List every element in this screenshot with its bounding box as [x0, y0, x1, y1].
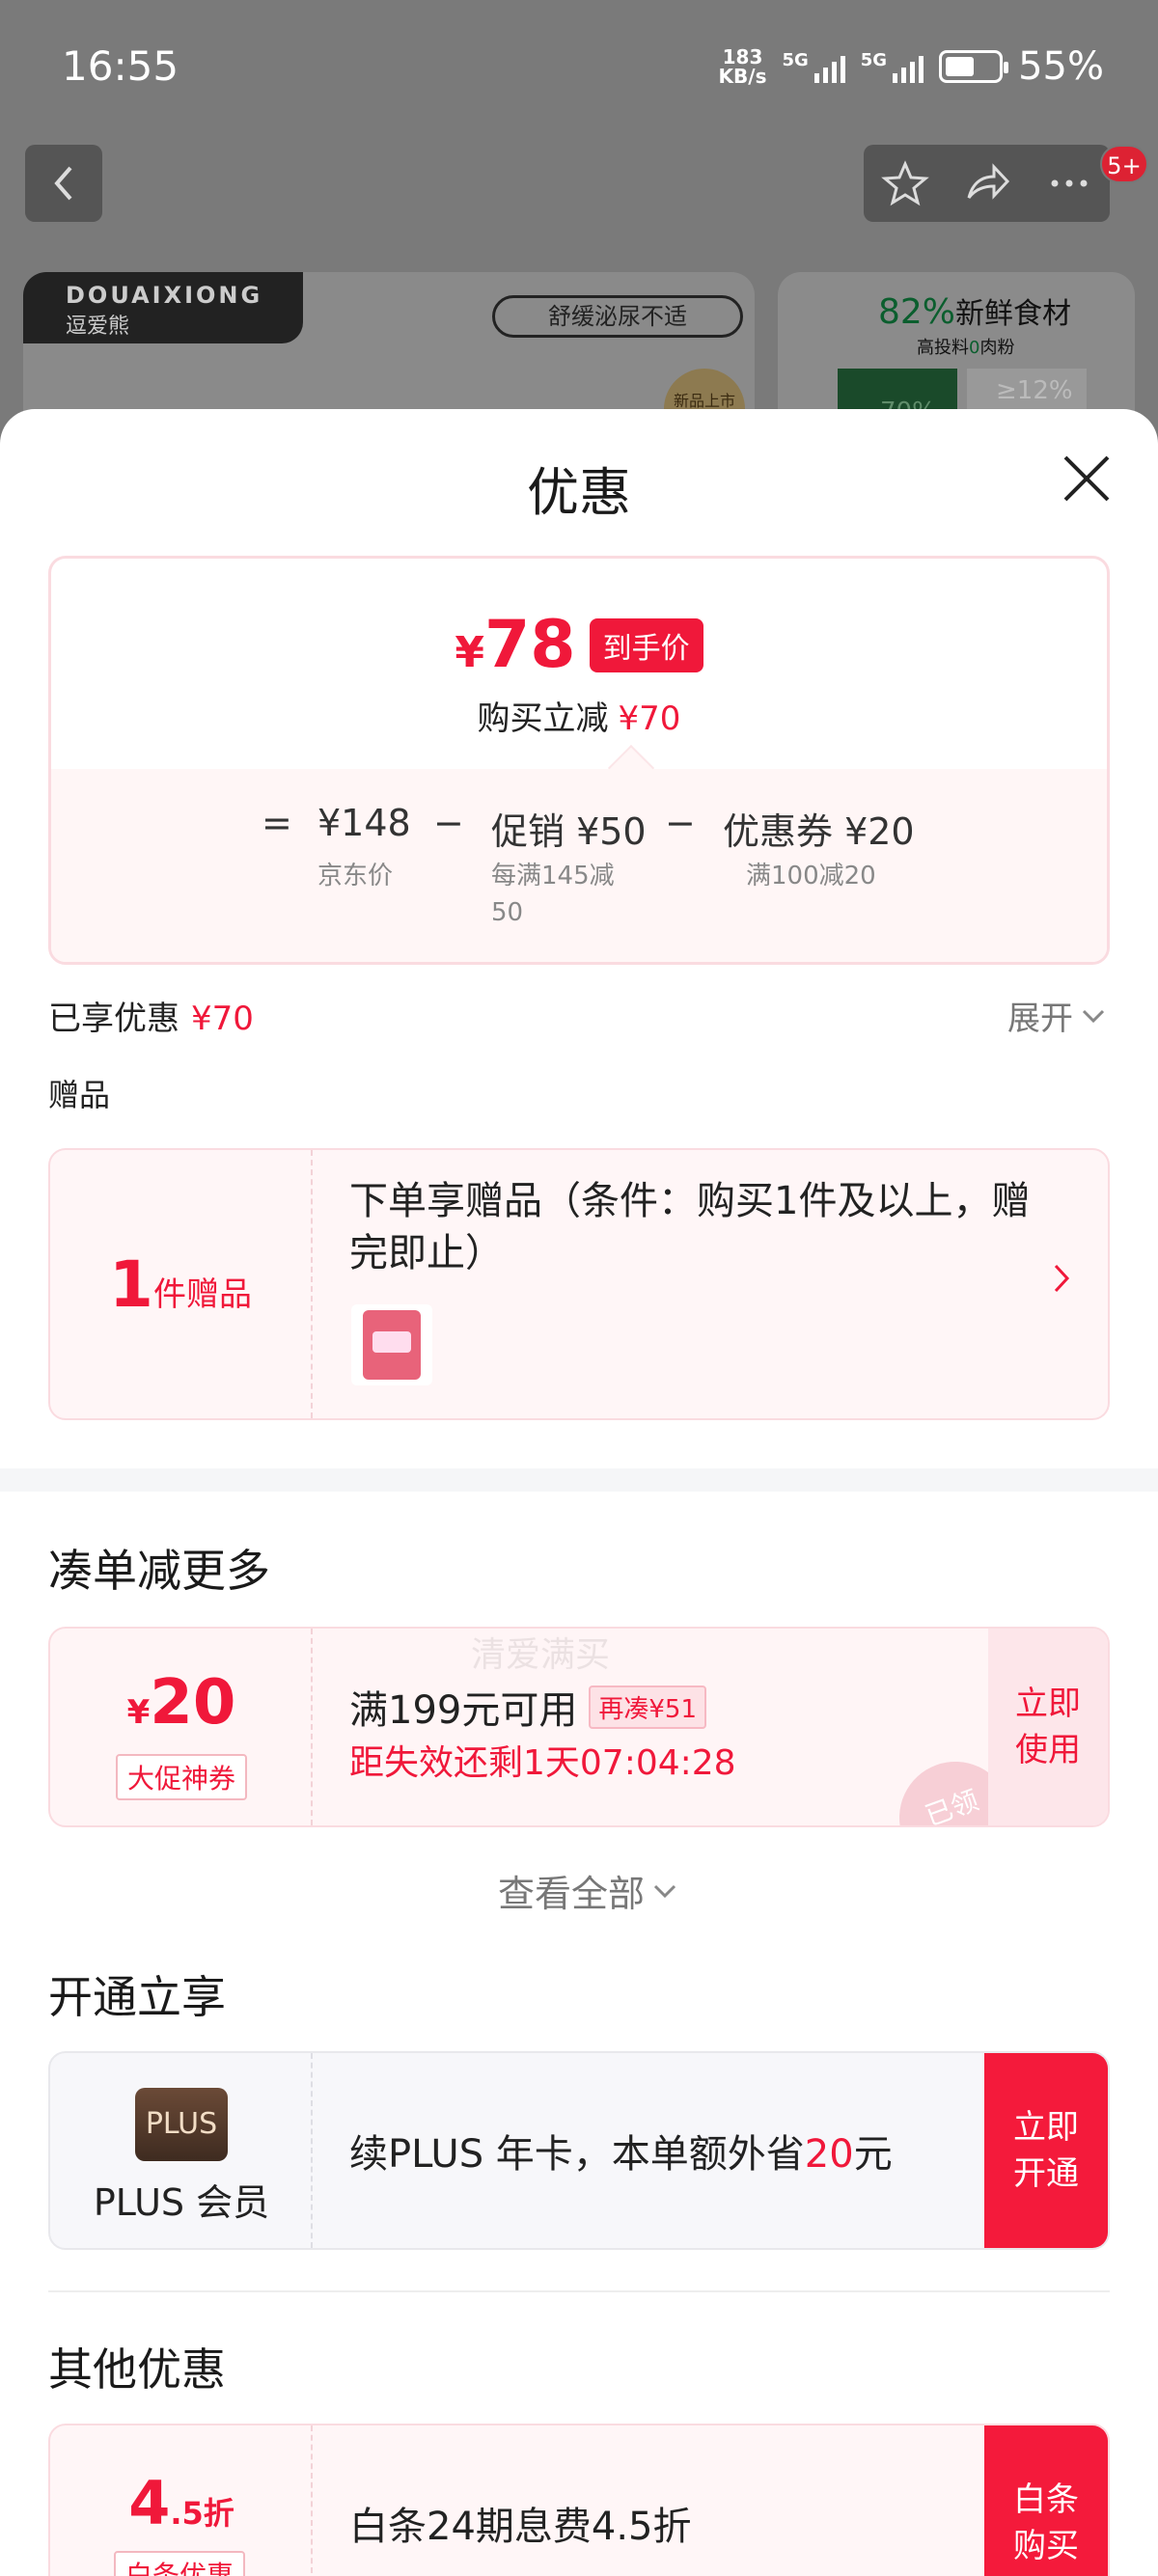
price-formula: = ¥148 − 促销 ¥50 − 优惠券 ¥20: [262, 802, 915, 853]
open-plus-button[interactable]: 立即开通: [984, 2053, 1108, 2248]
gift-card[interactable]: 1 件赠品 下单享赠品（条件：购买1件及以上，赠完即止）: [48, 1148, 1110, 1420]
banner-right-title: 82%新鲜食材: [878, 292, 1072, 332]
status-time: 16:55: [62, 42, 179, 90]
baitiao-description: 白条24期息费4.5折: [349, 2505, 692, 2549]
baitiao-buy-button[interactable]: 白条购买: [984, 2425, 1108, 2576]
gift-description: 下单享赠品（条件：购买1件及以上，赠完即止）: [349, 1179, 1031, 1275]
discount-bottom-sheet: 优惠 ¥78 到手价 购买立减 ¥70 = ¥148 − 促销 ¥50 − 优惠券…: [0, 409, 1158, 2576]
signal-1-icon: 5G: [782, 50, 845, 83]
coupon-extra-badge: 再凑¥51: [589, 1685, 706, 1729]
expand-button[interactable]: 展开: [1007, 992, 1106, 1039]
more-icon[interactable]: [1045, 159, 1093, 207]
message-badge: 5+: [1100, 145, 1148, 183]
jd-price: ¥148: [317, 802, 411, 844]
other-section-title: 其他优惠: [48, 2343, 226, 2396]
sheet-title: 优惠: [527, 462, 631, 523]
price-formula-panel: = ¥148 − 促销 ¥50 − 优惠券 ¥20 京东价 每满145减 50 …: [51, 769, 1107, 962]
battery-percent: 55%: [1018, 44, 1104, 89]
promo-label-line2: 50: [491, 898, 524, 927]
network-speed: 183 KB/s: [718, 45, 767, 88]
watermark: 清爱满买: [471, 1635, 611, 1675]
status-bar: 16:55 183 KB/s 5G 5G 55%: [0, 0, 1158, 135]
plus-description: 续PLUS 年卡，本单额外省20元: [349, 2132, 893, 2177]
gift-product-image: [351, 1304, 432, 1385]
final-price-row: ¥78 到手价: [51, 607, 1107, 683]
back-button[interactable]: [25, 145, 102, 222]
coupon-type-tag: 大促神券: [116, 1754, 248, 1800]
baitiao-tag: 白条优惠: [114, 2551, 246, 2576]
close-button[interactable]: [1060, 452, 1114, 506]
background-product-page: 16:55 183 KB/s 5G 5G 55% 5+ DOUAIXIONG 逗…: [0, 0, 1158, 446]
coupon-countdown: 距失效还剩1天07:04:28: [349, 1743, 736, 1783]
final-price: ¥78: [455, 607, 576, 683]
banner-right-subtitle: 高投料0肉粉: [917, 338, 1015, 358]
star-icon[interactable]: [880, 159, 929, 207]
plus-logo: PLUS: [135, 2088, 228, 2161]
brand-logo: DOUAIXIONG 逗爱熊: [23, 272, 303, 343]
plus-membership-card: PLUS PLUS 会员 续PLUS 年卡，本单额外省20元 立即开通: [48, 2051, 1110, 2250]
coupon-amount: 优惠券 ¥20: [723, 810, 915, 853]
more-section-title: 凑单减更多: [48, 1545, 270, 1597]
chevron-left-icon: [54, 166, 72, 201]
view-all-button[interactable]: 查看全部: [498, 1864, 677, 1917]
share-icon[interactable]: [963, 159, 1011, 207]
close-icon: [1063, 455, 1110, 502]
gift-count: 1 件赠品: [50, 1150, 313, 1418]
status-indicators: 183 KB/s 5G 5G 55%: [719, 44, 1104, 89]
coupon-label: 满100减20: [746, 862, 876, 891]
chevron-down-icon: [1082, 1009, 1105, 1023]
promo-amount: 促销 ¥50: [491, 810, 647, 853]
banner-feature-pill: 舒缓泌尿不适: [492, 295, 743, 338]
chevron-down-icon: [653, 1884, 676, 1898]
enjoyed-discount: 已享优惠 ¥70: [48, 1000, 254, 1038]
price-breakdown-card: ¥78 到手价 购买立减 ¥70 = ¥148 − 促销 ¥50 − 优惠券 ¥2…: [48, 556, 1110, 965]
use-coupon-button[interactable]: 立即使用: [988, 1629, 1108, 1825]
final-price-tag: 到手价: [589, 617, 703, 672]
signal-2-icon: 5G: [861, 50, 924, 83]
coupon-value: ¥20: [126, 1667, 236, 1739]
plus-name: PLUS 会员: [93, 2181, 270, 2224]
jd-price-label: 京东价: [317, 862, 394, 891]
plus-section-title: 开通立享: [48, 1971, 226, 2023]
chevron-right-icon: [1052, 1260, 1071, 1304]
baitiao-discount: 4.5折: [128, 2468, 234, 2538]
top-action-group: [864, 145, 1110, 222]
gift-section-label: 赠品: [48, 1077, 111, 1113]
divider: [48, 2290, 1110, 2292]
battery-icon: [939, 50, 1009, 83]
coupon-condition: 满199元可用 再凑¥51: [349, 1679, 706, 1735]
baitiao-card: 4.5折 白条优惠 白条24期息费4.5折 白条购买: [48, 2424, 1110, 2576]
section-divider: [0, 1468, 1158, 1492]
reduce-summary: 购买立减 ¥70: [477, 699, 681, 738]
promo-label-line1: 每满145减: [491, 862, 615, 891]
